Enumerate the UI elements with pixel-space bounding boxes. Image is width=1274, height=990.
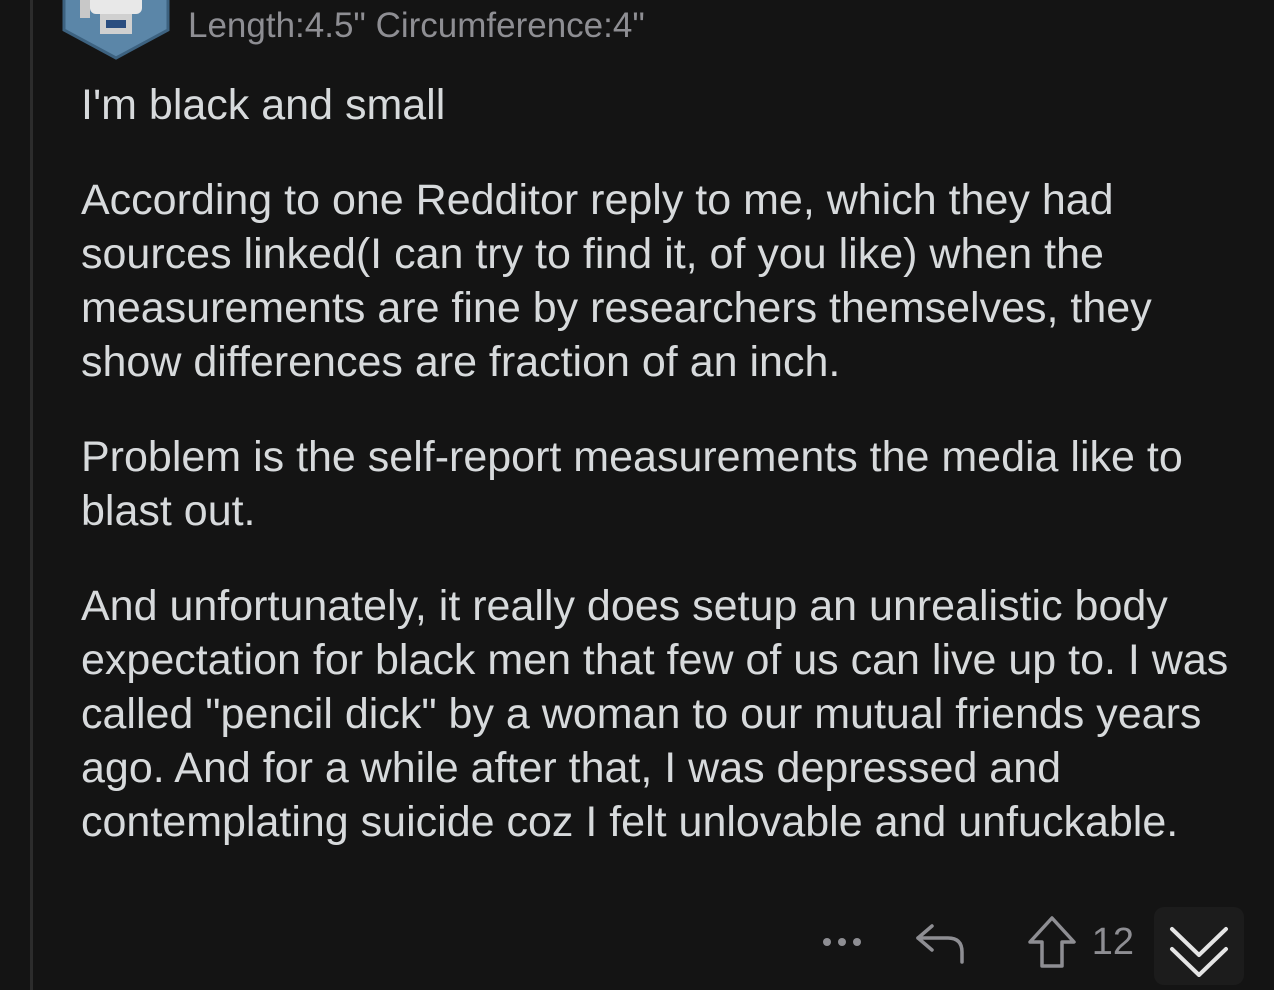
comment-paragraph: And unfortunately, it really does setup … bbox=[81, 582, 1229, 846]
robot-avatar-icon bbox=[62, 0, 170, 60]
comment-body: I'm black and small According to one Red… bbox=[81, 78, 1251, 890]
upvote-button[interactable] bbox=[1022, 912, 1082, 972]
chevron-down-icon bbox=[1170, 927, 1228, 977]
comment-paragraph: I'm black and small bbox=[81, 81, 446, 129]
comment-paragraph: According to one Redditor reply to me, w… bbox=[81, 176, 1152, 386]
avatar[interactable] bbox=[60, 0, 172, 60]
comment-paragraph: Problem is the self-report measurements … bbox=[81, 433, 1183, 535]
more-button[interactable] bbox=[812, 912, 872, 972]
upvote-arrow-icon bbox=[1027, 916, 1076, 968]
thread-line[interactable] bbox=[30, 0, 33, 990]
reply-button[interactable] bbox=[912, 912, 972, 972]
collapse-button[interactable] bbox=[1154, 907, 1244, 985]
comment-score: 12 bbox=[1091, 920, 1134, 963]
comment-actions: 12 bbox=[812, 907, 1244, 985]
reply-arrow-icon bbox=[915, 924, 964, 964]
user-flair: Length:4.5" Circumference:4" bbox=[188, 6, 645, 45]
more-horizontal-icon bbox=[822, 938, 861, 946]
